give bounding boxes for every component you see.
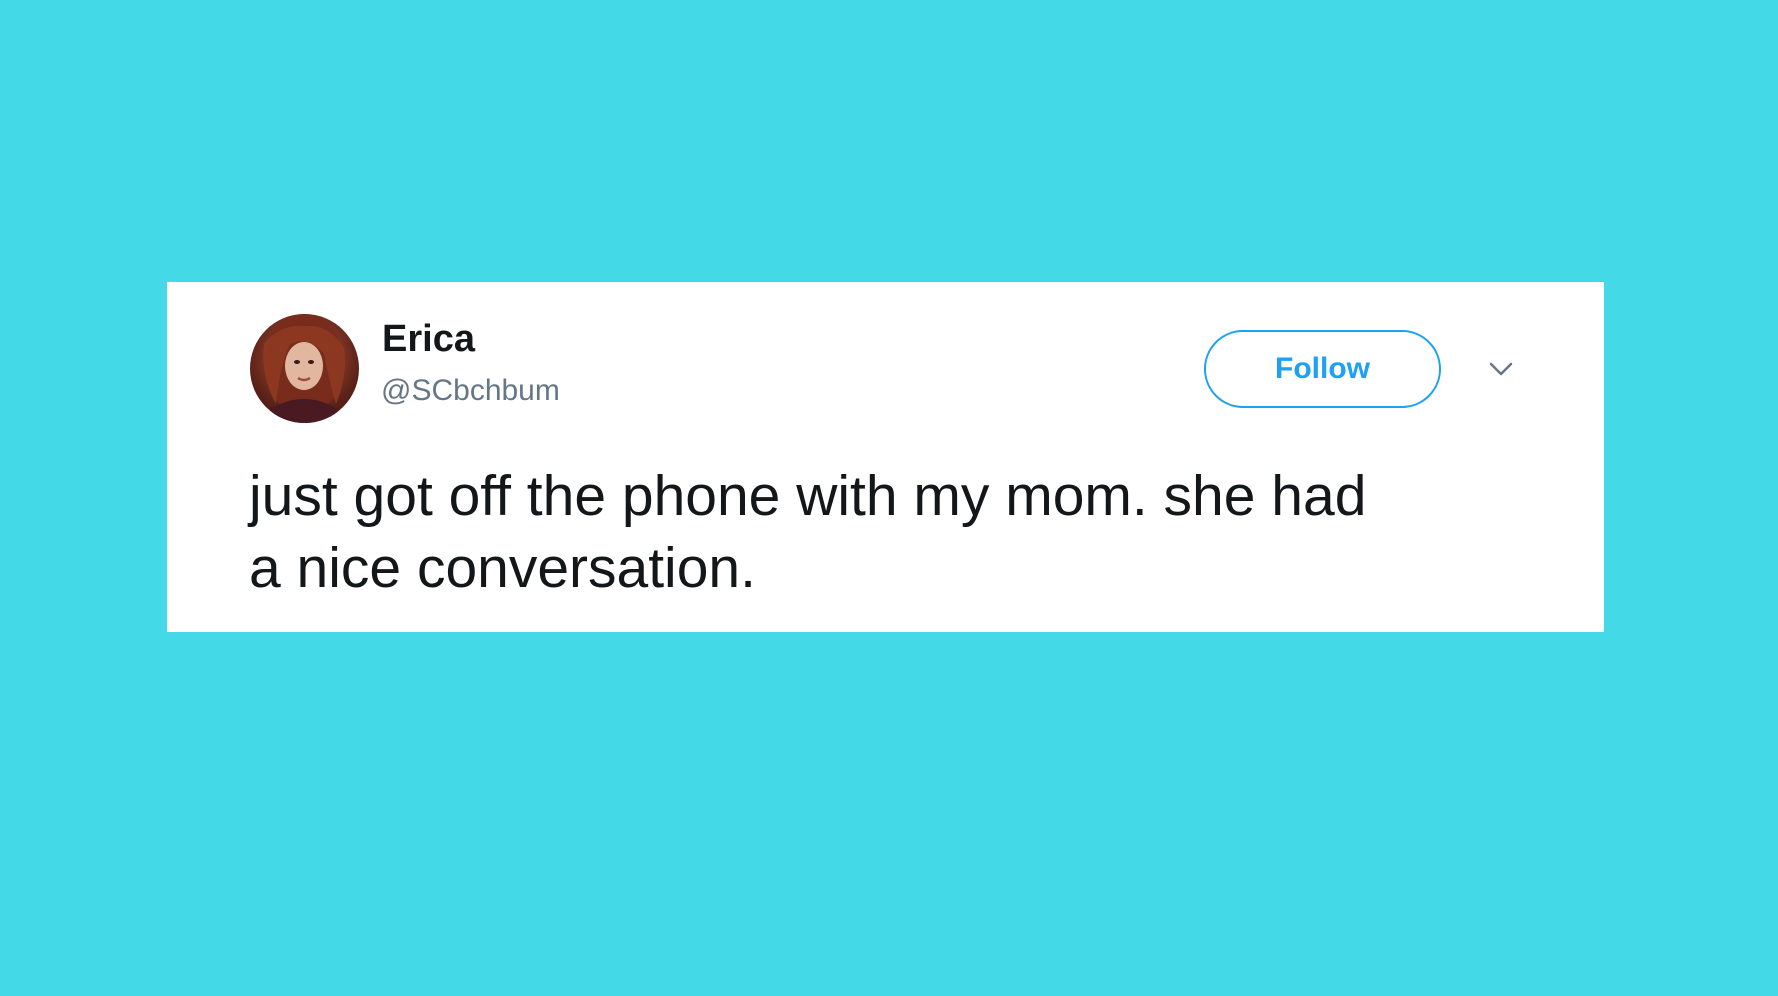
tweet-card: Erica @SCbchbum Follow just got off the … <box>167 282 1604 632</box>
author-handle[interactable]: @SCbchbum <box>381 376 560 406</box>
tweet-text: just got off the phone with my mom. she … <box>249 460 1549 604</box>
follow-button[interactable]: Follow <box>1204 330 1441 408</box>
avatar[interactable] <box>250 314 359 423</box>
chevron-down-icon[interactable] <box>1484 352 1518 386</box>
tweet-text-line-2: a nice conversation. <box>249 536 756 600</box>
avatar-image <box>263 314 345 423</box>
tweet-text-line-1: just got off the phone with my mom. she … <box>249 464 1367 528</box>
author-name[interactable]: Erica <box>382 320 475 358</box>
